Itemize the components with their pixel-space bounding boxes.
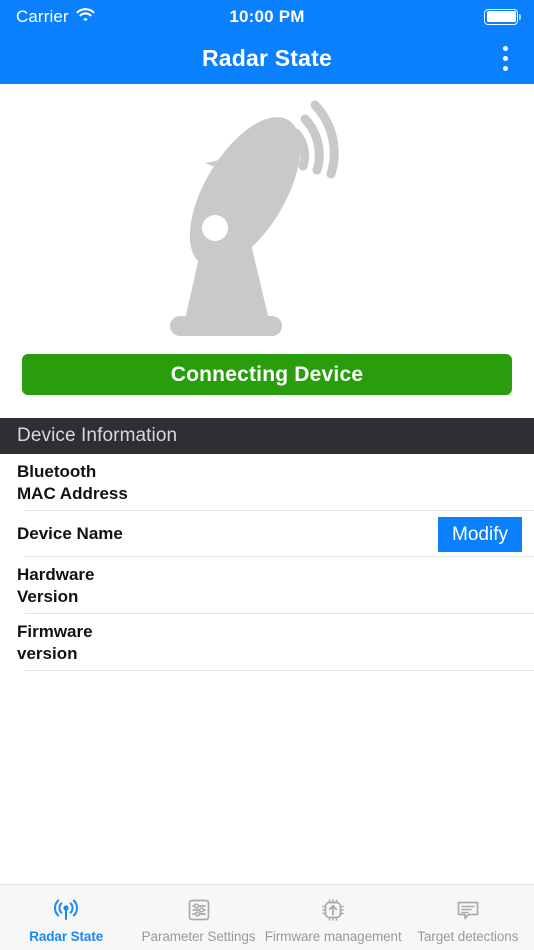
- tab-label-radar-state: Radar State: [29, 929, 104, 944]
- hero-illustration: [0, 84, 534, 354]
- table-row[interactable]: Hardware Version: [0, 557, 534, 614]
- chip-upload-icon: [319, 895, 347, 925]
- device-information-list: Bluetooth MAC Address Device Name Modify…: [0, 454, 534, 671]
- battery-icon: [484, 8, 521, 25]
- status-bar: Carrier 10:00 PM: [0, 0, 534, 33]
- connecting-device-button[interactable]: Connecting Device: [22, 354, 512, 395]
- status-bar-right: [484, 8, 521, 25]
- tab-label-target-detections: Target detections: [417, 929, 519, 944]
- bluetooth-mac-address-label: Bluetooth MAC Address: [17, 461, 128, 503]
- sliders-icon: [185, 895, 213, 925]
- connect-button-container: Connecting Device: [0, 354, 534, 395]
- tab-target-detections[interactable]: Target detections: [402, 885, 534, 950]
- more-vertical-icon[interactable]: [490, 42, 520, 76]
- firmware-version-label: Firmware version: [17, 621, 93, 663]
- page-title: Radar State: [201, 45, 333, 71]
- tab-parameter-settings[interactable]: Parameter Settings: [132, 885, 264, 950]
- modify-button[interactable]: Modify: [438, 516, 522, 552]
- navigation-bar: Radar State: [0, 33, 534, 84]
- satellite-dish-icon: [157, 94, 377, 344]
- device-information-header: Device Information: [0, 418, 534, 454]
- hardware-version-label: Hardware Version: [17, 564, 95, 606]
- status-bar-left: Carrier: [16, 7, 95, 27]
- carrier-label: Carrier: [16, 6, 69, 26]
- app-screen: Carrier 10:00 PM Radar State Connecting …: [0, 0, 534, 950]
- tab-label-parameter-settings: Parameter Settings: [141, 929, 256, 944]
- tab-radar-state[interactable]: Radar State: [0, 885, 132, 950]
- device-information-title: Device Information: [17, 425, 178, 446]
- table-row[interactable]: Firmware version: [0, 614, 534, 671]
- speech-bubble-icon: [454, 895, 482, 925]
- table-row[interactable]: Device Name Modify: [0, 511, 534, 557]
- row-divider: [25, 670, 534, 671]
- radar-signal-icon: [52, 895, 80, 925]
- tab-firmware-management[interactable]: Firmware management: [265, 885, 402, 950]
- wifi-icon: [76, 7, 95, 26]
- table-row[interactable]: Bluetooth MAC Address: [0, 454, 534, 511]
- tab-label-firmware-management: Firmware management: [264, 929, 402, 944]
- content-spacer: [0, 671, 534, 884]
- device-name-label: Device Name: [17, 524, 123, 543]
- tab-bar: Radar State Parameter Settings Firmware …: [0, 884, 534, 950]
